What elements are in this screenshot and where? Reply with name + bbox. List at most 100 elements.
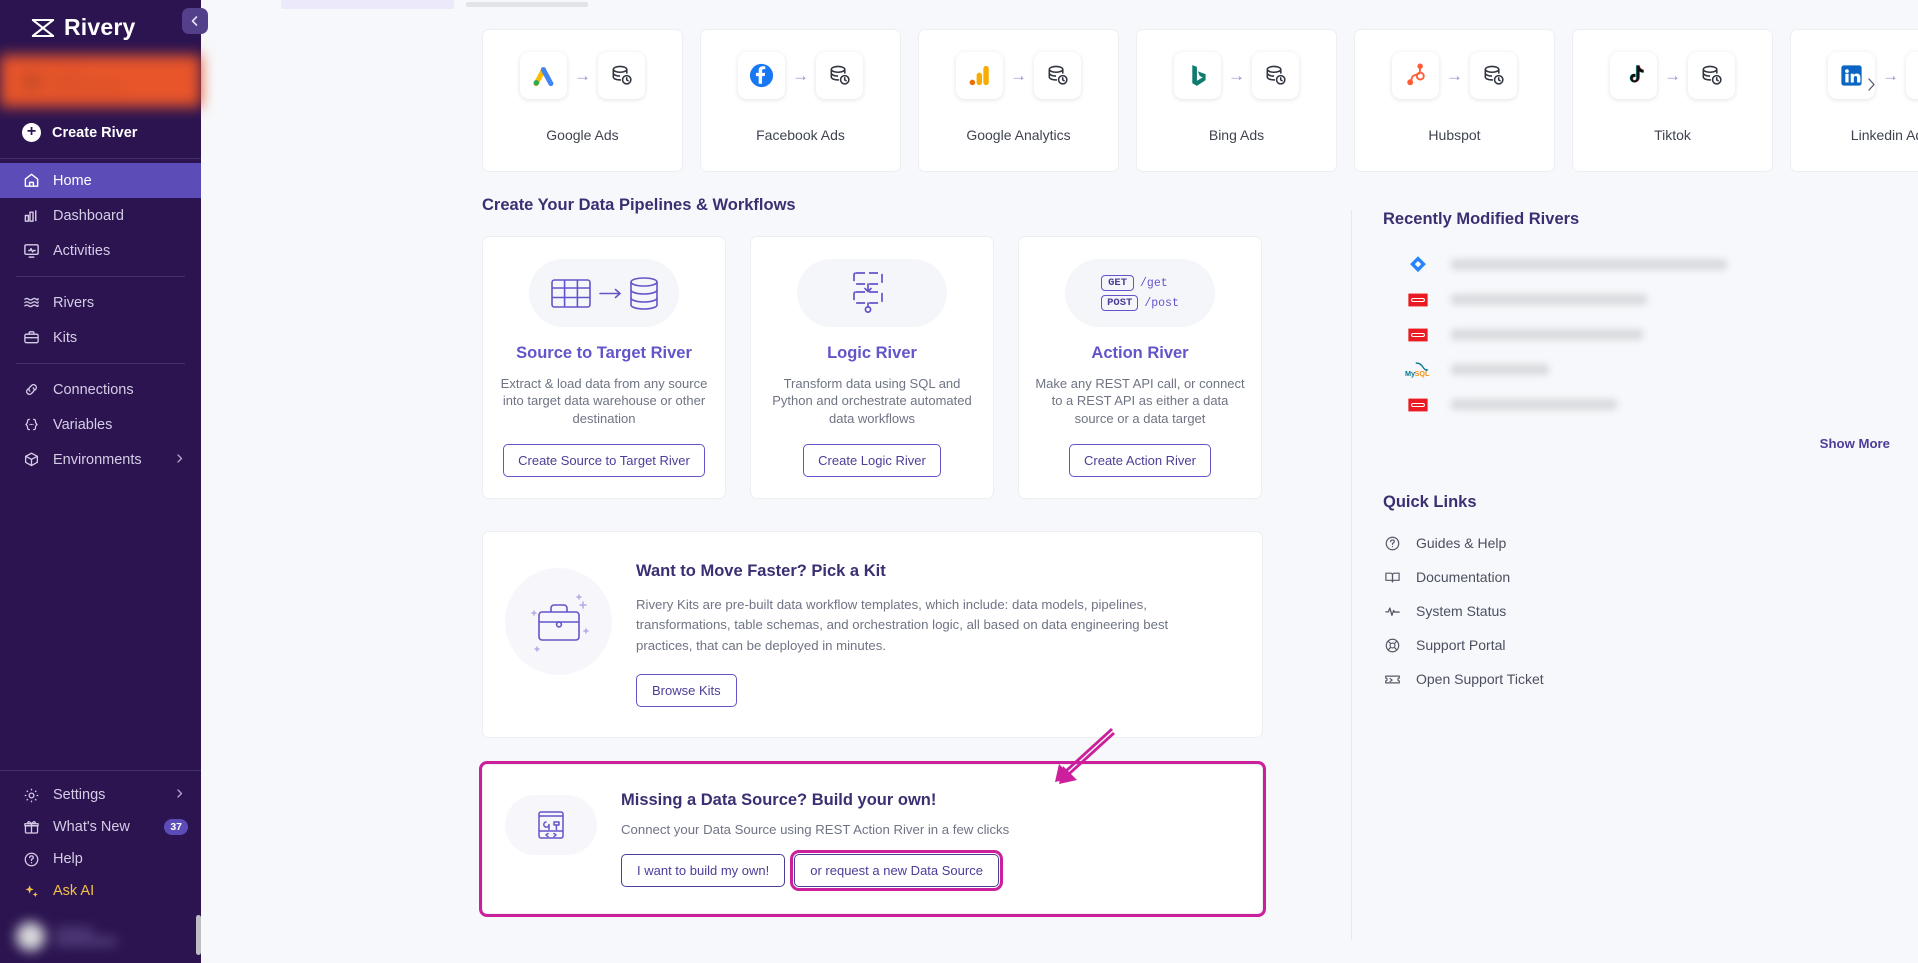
hubspot-icon	[1392, 52, 1439, 99]
database-clock-icon	[1034, 52, 1081, 99]
river-name-redacted	[1451, 259, 1727, 270]
page-title: Create Your Data Pipelines & Workflows	[482, 196, 796, 214]
sidebar-item-label: Settings	[53, 787, 106, 803]
http-get-badge: GET	[1101, 275, 1135, 291]
sidebar-item-variables[interactable]: Variables	[0, 407, 201, 442]
request-new-data-source-button[interactable]: or request a new Data Source	[790, 850, 1003, 892]
main-content: → Google Ads → Facebook Ads → Google Ana…	[201, 0, 1918, 963]
list-item[interactable]	[1383, 387, 1918, 422]
pipeline-cards: Source to Target River Extract & load da…	[482, 236, 1351, 499]
sparkles-icon	[22, 882, 41, 901]
sidebar-item-home[interactable]: Home	[0, 163, 201, 198]
pipeline-description: Extract & load data from any source into…	[500, 376, 708, 426]
arrow-right-icon: →	[574, 66, 591, 85]
database-clock-icon	[1688, 52, 1735, 99]
chevron-right-icon	[174, 787, 185, 803]
connector-card-google-ads[interactable]: → Google Ads	[482, 29, 683, 172]
list-item[interactable]	[1383, 247, 1918, 282]
box-icon	[22, 450, 41, 469]
user-profile-footer[interactable]	[0, 909, 201, 963]
connector-label: Bing Ads	[1208, 127, 1265, 143]
connector-card-facebook-ads[interactable]: → Facebook Ads	[700, 29, 901, 172]
brand: Rivery	[0, 0, 201, 55]
tab-active-background	[281, 0, 454, 9]
connector-flow: →	[1610, 52, 1735, 99]
sidebar-item-help[interactable]: Help	[0, 843, 201, 875]
pipeline-card-action[interactable]: GET /get POST /post Action River Make an…	[1018, 236, 1262, 499]
database-clock-icon	[816, 52, 863, 99]
sidebar-item-rivers[interactable]: Rivers	[0, 285, 201, 320]
connector-card-hubspot[interactable]: → Hubspot	[1354, 29, 1555, 172]
sidebar-item-label: Connections	[53, 381, 134, 398]
quick-links-list: Guides & Help Documentation System Statu…	[1383, 526, 1918, 696]
oracle-icon	[1405, 392, 1431, 418]
gear-icon	[22, 786, 41, 805]
sidebar-item-settings[interactable]: Settings	[0, 779, 201, 811]
quick-link-open-support-ticket[interactable]: Open Support Ticket	[1383, 662, 1918, 696]
connector-card-bing-ads[interactable]: → Bing Ads	[1136, 29, 1337, 172]
sidebar-item-whats-new[interactable]: What's New 37	[0, 811, 201, 843]
missing-description: Connect your Data Source using REST Acti…	[621, 822, 1010, 838]
create-source-to-target-river-button[interactable]: Create Source to Target River	[503, 444, 705, 477]
missing-data-source-section: Missing a Data Source? Build your own! C…	[479, 728, 1266, 918]
connector-flow: →	[520, 52, 645, 99]
list-item[interactable]	[1383, 282, 1918, 317]
build-my-own-button[interactable]: I want to build my own!	[621, 854, 786, 888]
waves-icon	[22, 293, 41, 312]
quick-link-guides-help[interactable]: Guides & Help	[1383, 526, 1918, 560]
sidebar-item-label: Rivers	[53, 294, 95, 311]
sidebar-collapse-button[interactable]	[182, 8, 208, 34]
sidebar-item-activities[interactable]: Activities	[0, 233, 201, 268]
sidebar-item-environments[interactable]: Environments	[0, 442, 201, 477]
list-item[interactable]	[1383, 317, 1918, 352]
sidebar-item-kits[interactable]: Kits	[0, 320, 201, 355]
lifebuoy-icon	[1383, 636, 1402, 655]
oracle-icon	[1405, 322, 1431, 348]
connector-card-tiktok[interactable]: → Tiktok	[1572, 29, 1773, 172]
brand-name: Rivery	[64, 14, 136, 40]
create-action-river-button[interactable]: Create Action River	[1069, 444, 1211, 477]
briefcase-sparkle-icon	[505, 568, 612, 675]
sidebar-item-connections[interactable]: Connections	[0, 372, 201, 407]
activity-monitor-icon	[22, 241, 41, 260]
connector-card-google-analytics[interactable]: → Google Analytics	[918, 29, 1119, 172]
missing-title: Missing a Data Source? Build your own!	[621, 791, 937, 810]
tiktok-icon	[1610, 52, 1657, 99]
connector-flow: →	[956, 52, 1081, 99]
whats-new-badge: 37	[164, 819, 188, 835]
create-river-button[interactable]: + Create River	[0, 107, 201, 158]
sidebar-item-ask-ai[interactable]: Ask AI	[0, 875, 201, 907]
quick-link-label: Guides & Help	[1416, 535, 1507, 551]
connector-label: Hubspot	[1428, 127, 1481, 143]
quick-link-support-portal[interactable]: Support Portal	[1383, 628, 1918, 662]
connector-label: Google Analytics	[966, 127, 1071, 143]
create-river-label: Create River	[52, 124, 138, 141]
pipeline-card-logic[interactable]: Logic River Transform data using SQL and…	[750, 236, 994, 499]
bar-chart-icon	[22, 206, 41, 225]
right-column: Recently Modified Rivers My SQL Show Mor…	[1352, 196, 1918, 940]
sidebar-item-label: What's New	[53, 819, 130, 835]
list-item[interactable]: My SQL	[1383, 352, 1918, 387]
svg-text:My: My	[1405, 369, 1415, 378]
home-icon	[22, 171, 41, 190]
pipeline-card-source-to-target[interactable]: Source to Target River Extract & load da…	[482, 236, 726, 499]
quick-link-system-status[interactable]: System Status	[1383, 594, 1918, 628]
carousel-next-button[interactable]	[1860, 73, 1882, 95]
show-more-button[interactable]: Show More	[1383, 436, 1918, 451]
kit-promo-card: Want to Move Faster? Pick a Kit Rivery K…	[482, 531, 1263, 739]
oracle-icon	[1405, 287, 1431, 313]
quick-link-documentation[interactable]: Documentation	[1383, 560, 1918, 594]
avatar	[16, 921, 45, 951]
tab-indicator-inactive[interactable]	[466, 2, 588, 7]
sidebar: Rivery + Create River Home Dashboard Act…	[0, 0, 208, 963]
sidebar-scrollbar[interactable]	[196, 915, 201, 955]
browse-kits-button[interactable]: Browse Kits	[636, 674, 737, 708]
kit-description: Rivery Kits are pre-built data workflow …	[636, 597, 1169, 653]
create-logic-river-button[interactable]: Create Logic River	[803, 444, 941, 477]
arrow-right-icon: →	[1446, 66, 1463, 85]
http-post-path: /post	[1144, 296, 1179, 310]
connector-card-linkedin-ads[interactable]: → Linkedin Ads	[1790, 29, 1918, 172]
organization-banner[interactable]	[0, 55, 201, 107]
sidebar-item-dashboard[interactable]: Dashboard	[0, 198, 201, 233]
app-root: Rivery + Create River Home Dashboard Act…	[0, 0, 1918, 963]
